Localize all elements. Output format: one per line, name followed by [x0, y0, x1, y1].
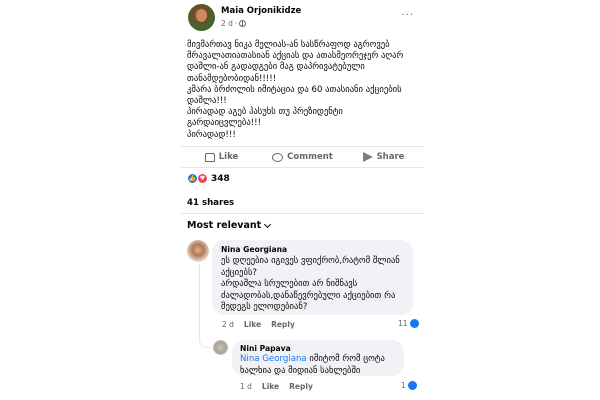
comment-time[interactable]: 2 d: [222, 320, 234, 329]
reply-bubble: Nini Papava Nina Georgiana იმიტომ რომ ცო…: [232, 340, 404, 376]
comment-like-button[interactable]: Like: [244, 320, 261, 329]
comment-reactions[interactable]: 11: [398, 319, 419, 328]
reply-mention[interactable]: Nina Georgiana: [240, 354, 307, 364]
chevron-down-icon: [264, 220, 272, 228]
comment-label: Comment: [287, 152, 333, 162]
post-meta: 2 d ·: [221, 19, 247, 28]
post-header: Maia Orjonikidze 2 d · ···: [188, 4, 418, 32]
comment-meta: 2 d Like Reply: [222, 320, 295, 329]
more-icon[interactable]: ···: [401, 10, 414, 21]
comment-bubble: Nina Georgiana ეს დღეებია იგივეს ვფიქრობ…: [212, 240, 413, 315]
reactions-summary[interactable]: 👍 ♥ 348: [187, 173, 230, 184]
reply-reaction-count: 1: [401, 381, 406, 390]
like-reaction-icon: [407, 381, 417, 390]
reply-like-button[interactable]: Like: [262, 382, 279, 391]
globe-icon: [239, 20, 247, 27]
reactions-count: 348: [211, 173, 230, 184]
comment-sort-dropdown[interactable]: Most relevant: [187, 220, 272, 231]
post-text: მივმართავ ნიკა მელიას-ან სასწრაფოდ აგროვ…: [187, 40, 404, 140]
reply-reply-button[interactable]: Reply: [289, 382, 313, 391]
replier-name[interactable]: Nini Papava: [240, 344, 291, 353]
commenter-avatar[interactable]: [187, 240, 209, 262]
reply-reactions[interactable]: 1: [401, 381, 417, 390]
reply-text: Nina Georgiana იმიტომ რომ ცოტა ხალხია და…: [240, 354, 402, 377]
meta-separator: ·: [234, 19, 238, 28]
love-reaction-icon: ♥: [197, 173, 208, 184]
share-button[interactable]: Share: [343, 152, 424, 162]
divider: [181, 213, 424, 214]
comment-text: ეს დღეებია იგივეს ვფიქრობ,რატომ შლიან აქ…: [221, 256, 400, 313]
author-name[interactable]: Maia Orjonikidze: [221, 6, 301, 16]
comment-button[interactable]: Comment: [262, 152, 343, 162]
comment-icon: [272, 152, 284, 162]
share-icon: [362, 152, 373, 162]
post-time[interactable]: 2 d: [221, 19, 233, 28]
reply-meta: 1 d Like Reply: [240, 382, 313, 391]
replier-avatar[interactable]: [213, 340, 228, 355]
author-avatar[interactable]: [188, 4, 215, 31]
comment-reply-button[interactable]: Reply: [271, 320, 295, 329]
like-icon: [204, 152, 215, 162]
sort-label: Most relevant: [187, 220, 262, 231]
like-reaction-icon: [409, 319, 419, 328]
reply-thread-line: [199, 263, 211, 348]
share-label: Share: [376, 152, 405, 162]
like-label: Like: [218, 152, 239, 162]
commenter-name[interactable]: Nina Georgiana: [221, 245, 287, 254]
post-actions-bar: Like Comment Share: [181, 146, 424, 168]
like-button[interactable]: Like: [181, 152, 262, 162]
comment-reaction-count: 11: [398, 319, 408, 328]
facebook-post-card: Maia Orjonikidze 2 d · ··· მივმართავ ნიკ…: [181, 0, 424, 400]
reply-time[interactable]: 1 d: [240, 382, 252, 391]
shares-count[interactable]: 41 shares: [187, 198, 234, 208]
